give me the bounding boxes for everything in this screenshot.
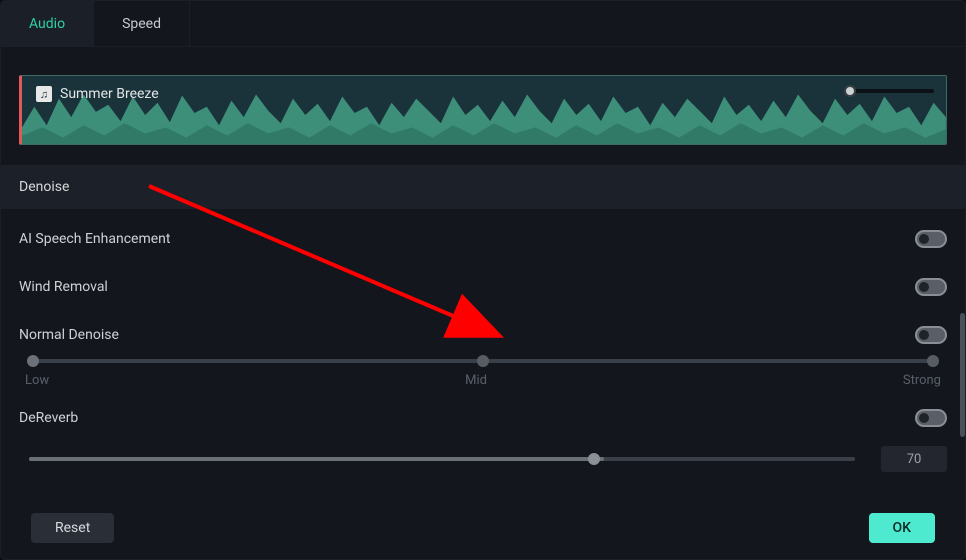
label-strong: Strong <box>903 373 941 388</box>
dereverb-value[interactable]: 70 <box>881 446 947 472</box>
row-ai-speech: AI Speech Enhancement <box>19 215 947 263</box>
label-low: Low <box>25 373 49 388</box>
row-normal-denoise: Normal Denoise <box>19 311 947 359</box>
audio-panel: Audio Speed ♫ Summer Breeze Denoise AI S… <box>0 0 966 560</box>
tabs: Audio Speed <box>1 1 965 47</box>
normal-denoise-slider[interactable] <box>19 355 947 367</box>
normal-denoise-slider-labels: Low Mid Strong <box>19 367 947 398</box>
ai-speech-toggle[interactable] <box>915 230 947 248</box>
tab-speed[interactable]: Speed <box>94 1 190 47</box>
dereverb-slider[interactable] <box>19 453 865 465</box>
track-volume-slider[interactable] <box>844 84 934 98</box>
scrollbar-thumb[interactable] <box>960 313 965 437</box>
normal-denoise-label: Normal Denoise <box>19 327 119 343</box>
ok-button[interactable]: OK <box>869 513 936 543</box>
tab-audio[interactable]: Audio <box>1 1 94 47</box>
reset-button[interactable]: Reset <box>31 513 114 543</box>
denoise-options: AI Speech Enhancement Wind Removal Norma… <box>19 209 947 480</box>
normal-denoise-toggle[interactable] <box>915 326 947 344</box>
dereverb-label: DeReverb <box>19 410 78 426</box>
denoise-section-header: Denoise <box>1 165 965 209</box>
wind-removal-toggle[interactable] <box>915 278 947 296</box>
row-dereverb: DeReverb <box>19 398 947 438</box>
audio-track[interactable]: ♫ Summer Breeze <box>19 75 947 145</box>
row-wind-removal: Wind Removal <box>19 263 947 311</box>
dereverb-toggle[interactable] <box>915 409 947 427</box>
ai-speech-label: AI Speech Enhancement <box>19 231 170 247</box>
dereverb-controls: 70 <box>19 446 947 480</box>
panel-body: ♫ Summer Breeze Denoise AI Speech Enhanc… <box>1 47 965 480</box>
track-name: Summer Breeze <box>60 86 159 102</box>
footer: Reset OK <box>1 497 965 559</box>
label-mid: Mid <box>465 373 487 388</box>
music-note-icon: ♫ <box>36 86 52 102</box>
waveform <box>22 76 946 145</box>
wind-removal-label: Wind Removal <box>19 279 108 295</box>
